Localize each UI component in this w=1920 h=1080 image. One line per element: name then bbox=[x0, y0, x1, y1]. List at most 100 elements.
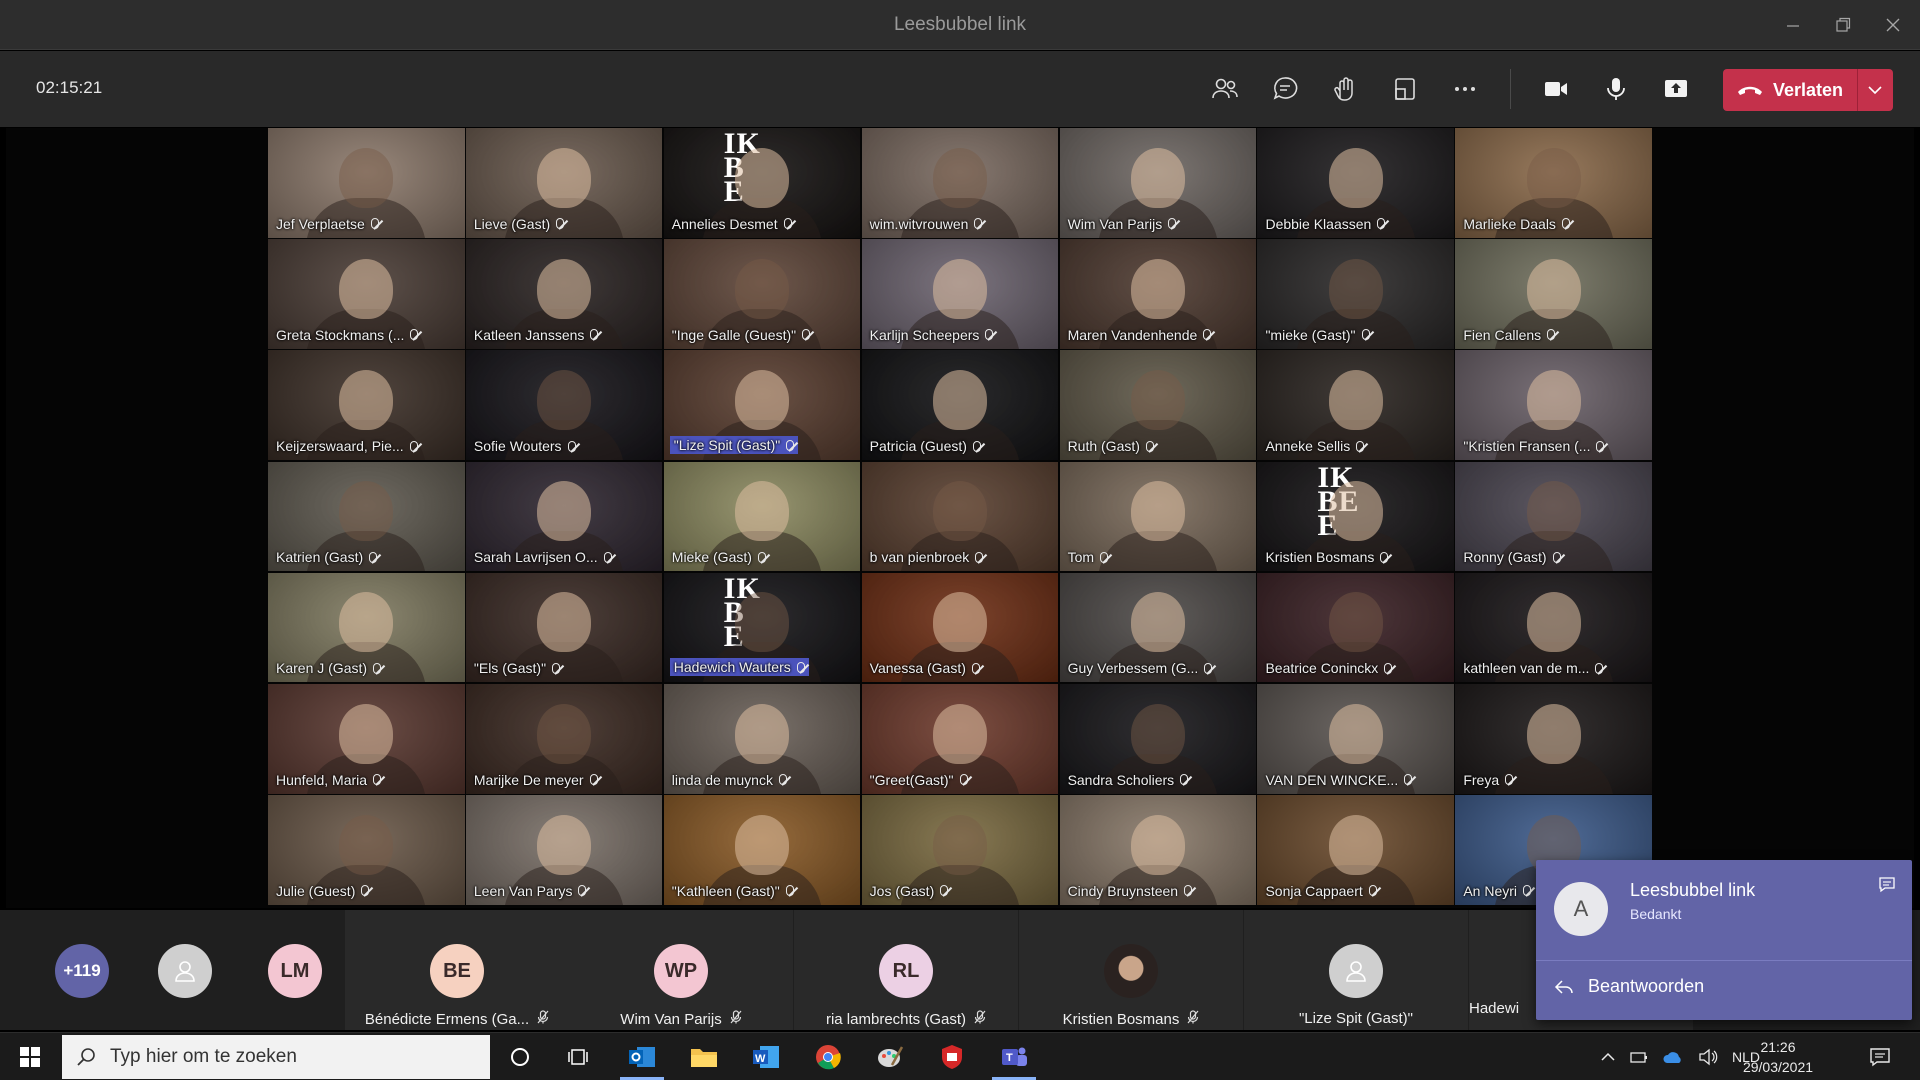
roster-participant[interactable]: Kristien Bosmans bbox=[1019, 910, 1243, 1030]
video-tile[interactable]: IK B E Annelies Desmet bbox=[663, 128, 861, 238]
chat-button[interactable] bbox=[1261, 65, 1309, 113]
reply-button[interactable]: Beantwoorden bbox=[1554, 976, 1704, 997]
video-tile[interactable]: Ruth (Gast) bbox=[1059, 350, 1257, 461]
chevron-up-icon[interactable] bbox=[1600, 1051, 1616, 1063]
video-tile[interactable]: Debbie Klaassen bbox=[1257, 128, 1454, 238]
video-tile[interactable]: "Lize Spit (Gast)" bbox=[663, 350, 861, 461]
video-tile[interactable]: wim.witvrouwen bbox=[861, 128, 1059, 238]
restore-button[interactable] bbox=[1818, 0, 1868, 50]
participant-name: Annelies Desmet bbox=[672, 216, 792, 232]
video-tile[interactable]: Freya bbox=[1455, 683, 1652, 794]
video-tile[interactable]: Sonja Cappaert bbox=[1257, 795, 1454, 905]
video-tile[interactable]: "Greet(Gast)" bbox=[861, 683, 1059, 794]
video-tile[interactable]: "Els (Gast)" bbox=[465, 572, 663, 683]
video-tile[interactable]: Karlijn Scheepers bbox=[861, 239, 1059, 349]
video-tile[interactable]: Greta Stockmans (... bbox=[268, 239, 465, 349]
chat-notification[interactable]: A Leesbubbel link Bedankt Beantwoorden bbox=[1536, 860, 1912, 1020]
roster-participant[interactable]: BE Bénédicte Ermens (Ga... bbox=[345, 910, 569, 1030]
participant-video bbox=[932, 592, 987, 653]
video-tile[interactable]: b van pienbroek bbox=[861, 461, 1059, 572]
video-tile[interactable]: Wim Van Parijs bbox=[1059, 128, 1257, 238]
video-tile[interactable]: Leen Van Parys bbox=[465, 795, 663, 905]
task-view-button[interactable] bbox=[562, 1039, 598, 1075]
more-actions-button[interactable] bbox=[1441, 65, 1489, 113]
video-tile[interactable]: Sofie Wouters bbox=[465, 350, 663, 461]
chrome-app[interactable] bbox=[810, 1039, 846, 1075]
video-tile[interactable]: "mieke (Gast)" bbox=[1257, 239, 1454, 349]
roster-participant[interactable] bbox=[135, 910, 235, 1030]
video-tile[interactable]: Maren Vandenhende bbox=[1059, 239, 1257, 349]
reactions-button[interactable] bbox=[1321, 65, 1369, 113]
video-tile[interactable]: "Kristien Fransen (... bbox=[1455, 350, 1652, 461]
security-app[interactable] bbox=[934, 1039, 970, 1075]
mic-muted-icon bbox=[1547, 329, 1556, 341]
camera-button[interactable] bbox=[1532, 65, 1580, 113]
video-tile[interactable]: IK B E Hadewich Wauters bbox=[663, 572, 861, 683]
video-tile[interactable]: Sarah Lavrijsen O... bbox=[465, 461, 663, 572]
video-tile[interactable]: Katrien (Gast) bbox=[268, 461, 465, 572]
video-tile[interactable]: Marijke De meyer bbox=[465, 683, 663, 794]
video-tile[interactable]: Tom bbox=[1059, 461, 1257, 572]
video-tile[interactable]: Jos (Gast) bbox=[861, 795, 1059, 905]
participant-video bbox=[1130, 147, 1185, 208]
mic-muted-icon bbox=[556, 218, 565, 230]
share-screen-button[interactable] bbox=[1652, 65, 1700, 113]
taskbar-clock[interactable]: 21:26 29/03/2021 bbox=[1732, 1037, 1824, 1077]
cortana-button[interactable] bbox=[502, 1039, 538, 1075]
video-tile[interactable]: linda de muynck bbox=[663, 683, 861, 794]
start-button[interactable] bbox=[12, 1039, 48, 1075]
participant-name: "mieke (Gast)" bbox=[1265, 327, 1370, 343]
video-tile[interactable]: Karen J (Gast) bbox=[268, 572, 465, 683]
video-tile[interactable]: Fien Callens bbox=[1455, 239, 1652, 349]
video-tile[interactable]: Vanessa (Gast) bbox=[861, 572, 1059, 683]
video-tile[interactable]: Patricia (Guest) bbox=[861, 350, 1059, 461]
rooms-button[interactable] bbox=[1381, 65, 1429, 113]
participant-name-text: VAN DEN WINCKE... bbox=[1265, 771, 1399, 788]
video-tile[interactable]: Beatrice Coninckx bbox=[1257, 572, 1454, 683]
video-tile[interactable]: Marlieke Daals bbox=[1455, 128, 1652, 238]
video-tile[interactable]: Anneke Sellis bbox=[1257, 350, 1454, 461]
participant-video bbox=[537, 481, 592, 542]
roster-participant[interactable]: "Lize Spit (Gast)" bbox=[1244, 910, 1468, 1030]
close-window-button[interactable] bbox=[1868, 0, 1918, 50]
outlook-app[interactable] bbox=[624, 1039, 660, 1075]
leave-options-button[interactable] bbox=[1858, 69, 1893, 111]
video-tile[interactable]: VAN DEN WINCKE... bbox=[1257, 683, 1454, 794]
action-center-button[interactable] bbox=[1862, 1039, 1898, 1075]
battery-icon[interactable] bbox=[1630, 1049, 1648, 1065]
participants-button[interactable] bbox=[1201, 65, 1249, 113]
video-tile[interactable]: IK BE EKristien Bosmans bbox=[1257, 461, 1454, 572]
notification-avatar: A bbox=[1554, 882, 1608, 936]
volume-icon[interactable] bbox=[1698, 1048, 1718, 1066]
onedrive-icon[interactable] bbox=[1662, 1049, 1684, 1065]
video-tile[interactable]: Hunfeld, Maria bbox=[268, 683, 465, 794]
video-tile[interactable]: kathleen van de m... bbox=[1455, 572, 1652, 683]
video-tile[interactable]: Katleen Janssens bbox=[465, 239, 663, 349]
video-tile[interactable]: "Kathleen (Gast)" bbox=[663, 795, 861, 905]
roster-participant[interactable]: RL ria lambrechts (Gast) bbox=[794, 910, 1018, 1030]
video-tile[interactable]: Keijzerswaard, Pie... bbox=[268, 350, 465, 461]
video-tile[interactable]: Sandra Scholiers bbox=[1059, 683, 1257, 794]
video-tile[interactable]: Ronny (Gast) bbox=[1455, 461, 1652, 572]
video-tile[interactable]: Julie (Guest) bbox=[268, 795, 465, 905]
file-explorer-app[interactable] bbox=[686, 1039, 722, 1075]
overflow-participants[interactable]: +119 bbox=[50, 910, 114, 1030]
leave-button[interactable]: Verlaten bbox=[1723, 69, 1857, 111]
video-tile[interactable]: Jef Verplaetse bbox=[268, 128, 465, 238]
roster-participant[interactable]: LM bbox=[265, 910, 325, 1030]
taskbar-search-box[interactable]: Typ hier om te zoeken bbox=[62, 1035, 490, 1079]
video-tile[interactable]: Guy Verbessem (G... bbox=[1059, 572, 1257, 683]
participant-video bbox=[537, 147, 592, 208]
video-tile[interactable]: Cindy Bruynsteen bbox=[1059, 795, 1257, 905]
video-tile[interactable]: "Inge Galle (Guest)" bbox=[663, 239, 861, 349]
microphone-button[interactable] bbox=[1592, 65, 1640, 113]
roster-participant[interactable]: WP Wim Van Parijs bbox=[569, 910, 793, 1030]
minimize-button[interactable] bbox=[1768, 0, 1818, 50]
teams-app[interactable]: T bbox=[996, 1039, 1032, 1075]
paint-app[interactable] bbox=[872, 1039, 908, 1075]
mic-muted-icon bbox=[1552, 551, 1561, 563]
video-tile[interactable]: Lieve (Gast) bbox=[465, 128, 663, 238]
word-app[interactable]: W bbox=[748, 1039, 784, 1075]
video-tile[interactable]: Mieke (Gast) bbox=[663, 461, 861, 572]
participant-name: Marijke De meyer bbox=[474, 772, 598, 788]
